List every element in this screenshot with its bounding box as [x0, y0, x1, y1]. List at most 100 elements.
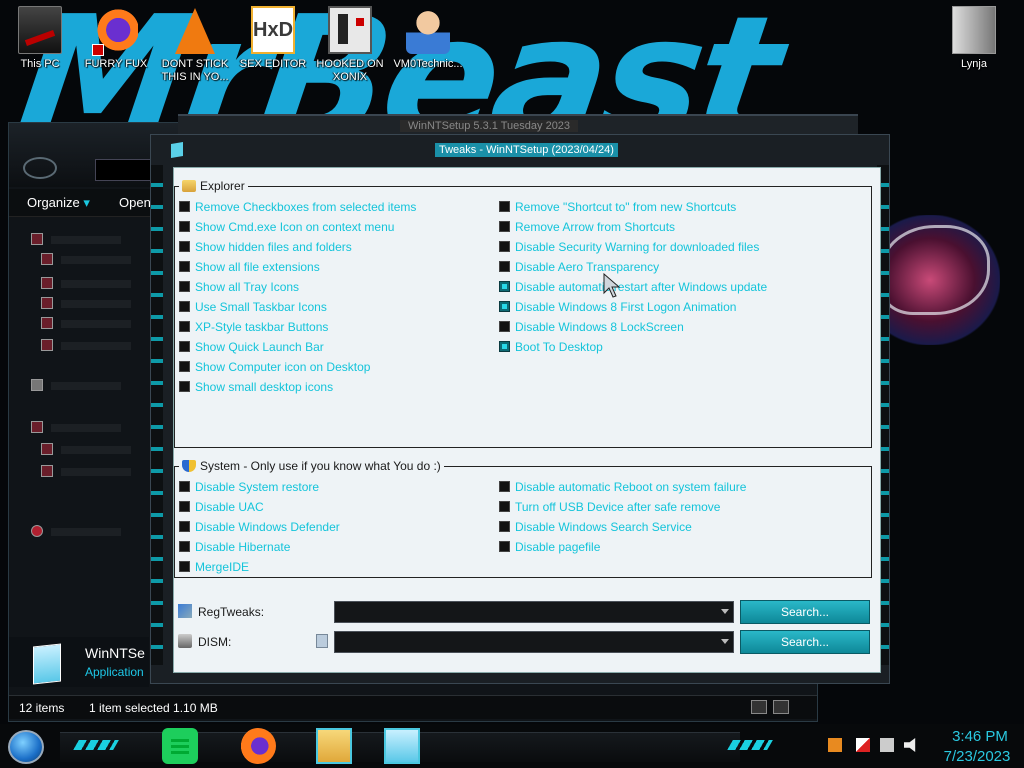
checkbox[interactable] — [179, 301, 190, 312]
tray-app-icon[interactable] — [828, 738, 842, 752]
checkbox[interactable] — [179, 341, 190, 352]
taskbar-winntsetup-icon[interactable] — [384, 728, 420, 764]
checkbox[interactable] — [499, 261, 510, 272]
start-button[interactable] — [8, 730, 44, 764]
tweak-option-label[interactable]: Disable pagefile — [515, 539, 600, 555]
tweak-option-label[interactable]: Disable automatic Reboot on system failu… — [515, 479, 746, 495]
clock-time[interactable]: 3:46 PM — [940, 728, 1020, 745]
nav-item[interactable] — [31, 525, 131, 539]
checkbox[interactable] — [499, 341, 510, 352]
checkbox[interactable] — [499, 541, 510, 552]
checkbox[interactable] — [179, 541, 190, 552]
checkbox[interactable] — [499, 201, 510, 212]
tweak-option-label[interactable]: Disable automatic restart after Windows … — [515, 279, 767, 295]
winntsetup-title-bar[interactable]: WinNTSetup 5.3.1 Tuesday 2023 — [178, 114, 858, 136]
nav-item-label — [61, 342, 131, 350]
action-center-flag-icon[interactable] — [856, 738, 870, 752]
tweak-option-label[interactable]: Show Computer icon on Desktop — [195, 359, 370, 375]
desktop-icon-furry-fux[interactable]: FURRY FUX — [78, 6, 154, 71]
tweak-option-label[interactable]: Disable Windows Search Service — [515, 519, 692, 535]
tweak-option-label[interactable]: Disable UAC — [195, 499, 264, 515]
large-icons-view-icon[interactable] — [773, 700, 789, 714]
tweak-option-label[interactable]: Remove Arrow from Shortcuts — [515, 219, 675, 235]
tweak-option-label[interactable]: Show all Tray Icons — [195, 279, 299, 295]
tweak-option-label[interactable]: Disable Hibernate — [195, 539, 290, 555]
checkbox[interactable] — [179, 521, 190, 532]
checkbox[interactable] — [499, 521, 510, 532]
address-bar[interactable] — [95, 159, 155, 181]
desktop-icon-hooked-on-xonix[interactable]: HOOKED ON XONIX — [312, 6, 388, 84]
tweak-option-label[interactable]: Remove "Shortcut to" from new Shortcuts — [515, 199, 736, 215]
open-button[interactable]: Open — [119, 195, 151, 210]
tweak-option-label[interactable]: Boot To Desktop — [515, 339, 603, 355]
checkbox[interactable] — [179, 561, 190, 572]
chevron-down-icon[interactable] — [721, 609, 729, 614]
checkbox[interactable] — [179, 481, 190, 492]
tweak-option-label[interactable]: XP-Style taskbar Buttons — [195, 319, 328, 335]
tweak-option-label[interactable]: Disable Windows 8 First Logon Animation — [515, 299, 736, 315]
tweak-option-label[interactable]: Turn off USB Device after safe remove — [515, 499, 720, 515]
regtweaks-combobox[interactable] — [334, 601, 734, 623]
checkbox[interactable] — [179, 281, 190, 292]
checkbox[interactable] — [499, 501, 510, 512]
nav-item-label — [61, 280, 131, 288]
checkbox[interactable] — [499, 241, 510, 252]
desktop-icon-lynja[interactable]: Lynja — [936, 6, 1012, 71]
tweak-option-label[interactable]: Use Small Taskbar Icons — [195, 299, 327, 315]
desktop-icon-vm0technic[interactable]: VM0Technic... — [390, 6, 466, 71]
nav-item[interactable] — [41, 339, 141, 353]
checkbox[interactable] — [499, 481, 510, 492]
nav-item[interactable] — [41, 253, 141, 267]
taskbar-file-explorer-icon[interactable] — [316, 728, 352, 764]
dism-combobox[interactable] — [334, 631, 734, 653]
notepad-icon[interactable] — [316, 634, 328, 648]
network-icon[interactable] — [880, 738, 894, 752]
checkbox[interactable] — [179, 241, 190, 252]
checkbox[interactable] — [179, 361, 190, 372]
nav-item[interactable] — [31, 421, 131, 435]
dism-search-button[interactable]: Search... — [740, 630, 870, 654]
tweak-option-label[interactable]: Show Cmd.exe Icon on context menu — [195, 219, 394, 235]
checkbox[interactable] — [179, 381, 190, 392]
vlc-cone-icon — [175, 8, 215, 54]
tweak-option-label[interactable]: Disable Security Warning for downloaded … — [515, 239, 759, 255]
checkbox[interactable] — [499, 281, 510, 292]
tweak-option-label[interactable]: Show Quick Launch Bar — [195, 339, 324, 355]
checkbox[interactable] — [179, 261, 190, 272]
regtweaks-search-button[interactable]: Search... — [740, 600, 870, 624]
tweak-option-label[interactable]: Remove Checkboxes from selected items — [195, 199, 416, 215]
chevron-down-icon[interactable] — [721, 639, 729, 644]
volume-icon[interactable] — [904, 738, 916, 752]
tweak-option-label[interactable]: Disable Aero Transparency — [515, 259, 659, 275]
checkbox[interactable] — [499, 321, 510, 332]
nav-item[interactable] — [41, 465, 141, 479]
checkbox[interactable] — [499, 221, 510, 232]
desktop-icon-dont-stick[interactable]: DONT STICK THIS IN YO... — [157, 6, 233, 84]
tweak-option-label[interactable]: Show all file extensions — [195, 259, 320, 275]
organize-button[interactable]: Organize ▾ — [27, 195, 90, 211]
desktop-icon-this-pc[interactable]: This PC — [2, 6, 78, 71]
desktop-icon-sex-editor[interactable]: HxD SEX EDITOR — [235, 6, 311, 71]
tweak-option-label[interactable]: Disable Windows 8 LockScreen — [515, 319, 684, 335]
checkbox[interactable] — [179, 201, 190, 212]
nav-item[interactable] — [31, 233, 131, 247]
checkbox[interactable] — [179, 321, 190, 332]
taskbar-firefox-icon[interactable] — [240, 728, 276, 764]
checkbox[interactable] — [499, 301, 510, 312]
back-forward-icon[interactable] — [23, 157, 57, 179]
nav-item[interactable] — [41, 317, 141, 331]
tweak-option-label[interactable]: Show small desktop icons — [195, 379, 333, 395]
nav-item[interactable] — [41, 443, 141, 457]
tweak-option-label[interactable]: MergeIDE — [195, 559, 249, 575]
tweak-option-label[interactable]: Disable System restore — [195, 479, 319, 495]
nav-item[interactable] — [41, 277, 141, 291]
tweak-option-label[interactable]: Disable Windows Defender — [195, 519, 340, 535]
clock-date[interactable]: 7/23/2023 — [932, 748, 1022, 765]
tweak-option-label[interactable]: Show hidden files and folders — [195, 239, 352, 255]
nav-item[interactable] — [31, 379, 131, 393]
checkbox[interactable] — [179, 221, 190, 232]
details-view-icon[interactable] — [751, 700, 767, 714]
checkbox[interactable] — [179, 501, 190, 512]
taskbar-spotify-icon[interactable] — [162, 728, 198, 764]
nav-item[interactable] — [41, 297, 141, 311]
